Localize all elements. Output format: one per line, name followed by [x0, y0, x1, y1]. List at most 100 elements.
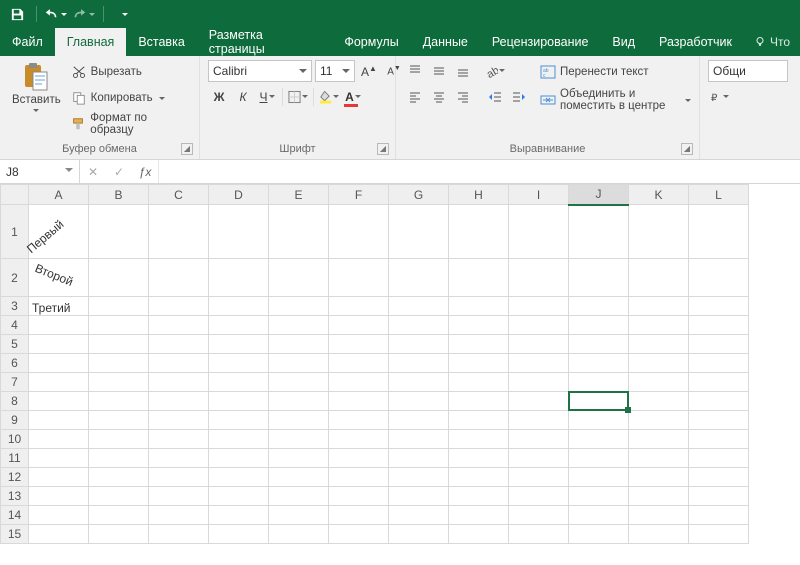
tab-formulas[interactable]: Формулы	[332, 28, 410, 56]
copy-button[interactable]: Копировать	[71, 86, 191, 110]
cell-L9[interactable]	[689, 411, 749, 430]
cell-L7[interactable]	[689, 373, 749, 392]
tab-page-layout[interactable]: Разметка страницы	[197, 28, 333, 56]
cell-K11[interactable]	[629, 449, 689, 468]
cell-E10[interactable]	[269, 430, 329, 449]
cell-E6[interactable]	[269, 354, 329, 373]
cell-K7[interactable]	[629, 373, 689, 392]
cell-J13[interactable]	[569, 487, 629, 506]
cell-I8[interactable]	[509, 392, 569, 411]
cell-E5[interactable]	[269, 335, 329, 354]
cell-A11[interactable]	[29, 449, 89, 468]
cell-D14[interactable]	[209, 506, 269, 525]
cell-F7[interactable]	[329, 373, 389, 392]
cell-C10[interactable]	[149, 430, 209, 449]
cell-D8[interactable]	[209, 392, 269, 411]
cell-D4[interactable]	[209, 316, 269, 335]
cell-K2[interactable]	[629, 259, 689, 297]
cell-A1[interactable]: Первый	[29, 205, 89, 259]
cell-I5[interactable]	[509, 335, 569, 354]
undo-button[interactable]	[45, 3, 67, 25]
cell-A9[interactable]	[29, 411, 89, 430]
bold-button[interactable]: Ж	[208, 86, 230, 108]
cell-C9[interactable]	[149, 411, 209, 430]
font-launcher[interactable]: ◢	[377, 143, 389, 155]
col-head-L[interactable]: L	[689, 185, 749, 205]
cell-B9[interactable]	[89, 411, 149, 430]
cell-B13[interactable]	[89, 487, 149, 506]
cell-E9[interactable]	[269, 411, 329, 430]
paste-button[interactable]: Вставить	[8, 60, 65, 115]
borders-button[interactable]	[287, 86, 309, 108]
cell-A6[interactable]	[29, 354, 89, 373]
cell-G12[interactable]	[389, 468, 449, 487]
cell-B5[interactable]	[89, 335, 149, 354]
cell-E12[interactable]	[269, 468, 329, 487]
cell-D7[interactable]	[209, 373, 269, 392]
cell-F14[interactable]	[329, 506, 389, 525]
cell-E11[interactable]	[269, 449, 329, 468]
cell-E15[interactable]	[269, 525, 329, 544]
redo-button[interactable]	[73, 3, 95, 25]
spreadsheet-grid[interactable]: ABCDEFGHIJKL1Первый2Второй3Третий4567891…	[0, 184, 800, 544]
cell-A5[interactable]	[29, 335, 89, 354]
cell-C13[interactable]	[149, 487, 209, 506]
align-left-button[interactable]	[404, 86, 426, 108]
cell-C6[interactable]	[149, 354, 209, 373]
cell-B8[interactable]	[89, 392, 149, 411]
cell-D15[interactable]	[209, 525, 269, 544]
cell-C4[interactable]	[149, 316, 209, 335]
tab-home[interactable]: Главная	[55, 28, 127, 56]
cell-L8[interactable]	[689, 392, 749, 411]
cell-F15[interactable]	[329, 525, 389, 544]
row-head-10[interactable]: 10	[1, 430, 29, 449]
cell-J4[interactable]	[569, 316, 629, 335]
cell-H10[interactable]	[449, 430, 509, 449]
increase-indent-button[interactable]	[508, 86, 530, 108]
row-head-11[interactable]: 11	[1, 449, 29, 468]
tab-data[interactable]: Данные	[411, 28, 480, 56]
cell-J11[interactable]	[569, 449, 629, 468]
number-format-combo[interactable]: Общи	[708, 60, 788, 82]
row-head-7[interactable]: 7	[1, 373, 29, 392]
cell-D10[interactable]	[209, 430, 269, 449]
cell-L13[interactable]	[689, 487, 749, 506]
col-head-J[interactable]: J	[569, 185, 629, 205]
tab-developer[interactable]: Разработчик	[647, 28, 744, 56]
cell-J3[interactable]	[569, 297, 629, 316]
cell-F11[interactable]	[329, 449, 389, 468]
cell-L11[interactable]	[689, 449, 749, 468]
cell-B11[interactable]	[89, 449, 149, 468]
enter-formula-button[interactable]: ✓	[106, 165, 132, 179]
cell-H9[interactable]	[449, 411, 509, 430]
cell-C11[interactable]	[149, 449, 209, 468]
cell-L3[interactable]	[689, 297, 749, 316]
cell-B1[interactable]	[89, 205, 149, 259]
cut-button[interactable]: Вырезать	[71, 60, 191, 84]
cell-G4[interactable]	[389, 316, 449, 335]
align-middle-button[interactable]	[428, 60, 450, 82]
cell-G9[interactable]	[389, 411, 449, 430]
col-head-A[interactable]: A	[29, 185, 89, 205]
cell-E4[interactable]	[269, 316, 329, 335]
cell-C7[interactable]	[149, 373, 209, 392]
cell-C3[interactable]	[149, 297, 209, 316]
col-head-E[interactable]: E	[269, 185, 329, 205]
cell-L14[interactable]	[689, 506, 749, 525]
cell-I10[interactable]	[509, 430, 569, 449]
cell-D9[interactable]	[209, 411, 269, 430]
cell-A10[interactable]	[29, 430, 89, 449]
accounting-format-button[interactable]: ₽	[708, 86, 730, 108]
cell-H2[interactable]	[449, 259, 509, 297]
cell-H14[interactable]	[449, 506, 509, 525]
cell-G5[interactable]	[389, 335, 449, 354]
cell-K1[interactable]	[629, 205, 689, 259]
cell-E2[interactable]	[269, 259, 329, 297]
cell-J9[interactable]	[569, 411, 629, 430]
cell-J1[interactable]	[569, 205, 629, 259]
cell-G10[interactable]	[389, 430, 449, 449]
cell-B15[interactable]	[89, 525, 149, 544]
cell-K4[interactable]	[629, 316, 689, 335]
row-head-15[interactable]: 15	[1, 525, 29, 544]
col-head-K[interactable]: K	[629, 185, 689, 205]
